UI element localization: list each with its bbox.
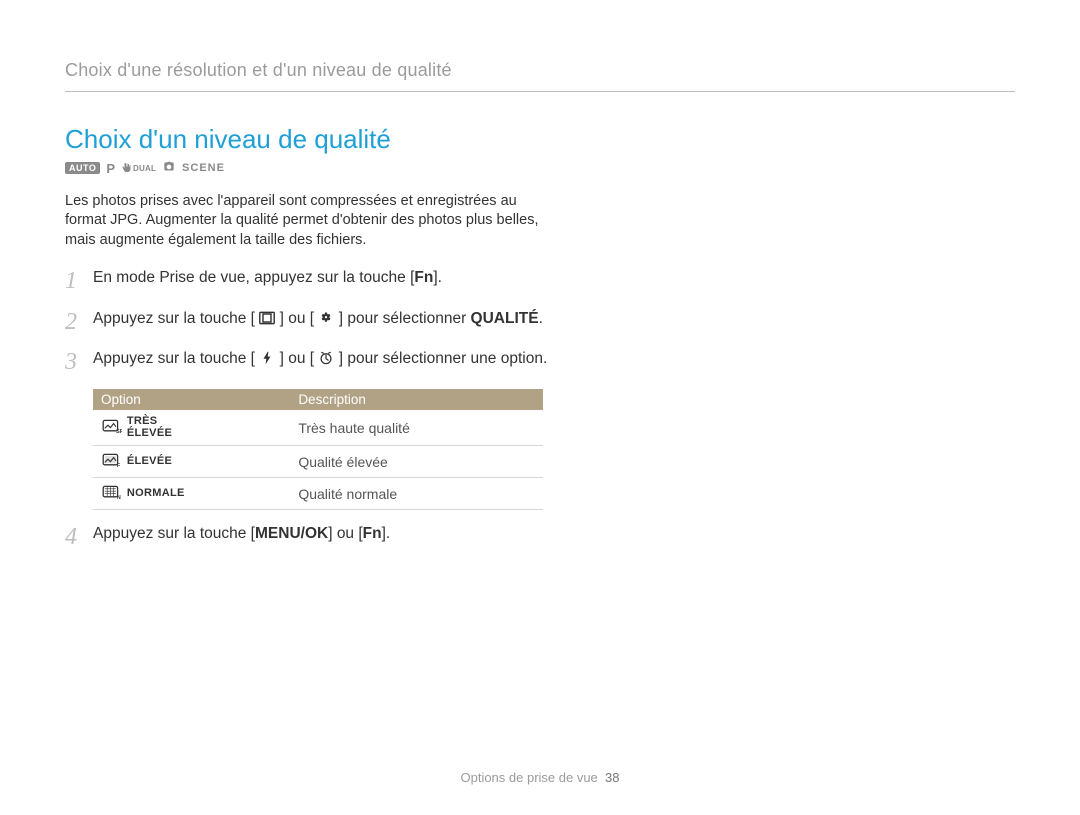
self-timer-icon [318, 351, 334, 365]
step-text: ]. [433, 269, 442, 286]
key-fn: Fn [414, 269, 433, 286]
step-text: ] pour sélectionner [339, 310, 471, 327]
step-number: 2 [65, 309, 93, 335]
table-row: SF TRÈSÉLEVÉE Très haute qualité [93, 410, 543, 446]
quality-normal-icon: N [101, 484, 123, 503]
svg-text:F: F [117, 464, 121, 469]
intro-paragraph: Les photos prises avec l'appareil sont c… [65, 192, 560, 251]
key-menu-ok: MENU/OK [255, 525, 328, 542]
table-row: F ÉLEVÉE Qualité élevée [93, 446, 543, 478]
mode-p-icon: P [106, 161, 115, 176]
step-number: 1 [65, 268, 93, 294]
qualite-label: QUALITÉ [471, 310, 539, 327]
display-icon [259, 311, 275, 325]
col-description: Description [290, 389, 543, 410]
step-3: 3 Appuyez sur la touche [ ] ou [ ] pour … [65, 349, 560, 375]
step-text: En mode Prise de vue, appuyez sur la tou… [93, 269, 414, 286]
quality-superfine-icon: SF [101, 418, 123, 437]
hand-icon [121, 162, 133, 174]
quality-options-table: Option Description SF TRÈSÉLEVÉE [93, 389, 543, 510]
flash-icon [259, 351, 275, 365]
mode-icons-row: AUTO P DUAL SCENE [65, 159, 1015, 177]
option-label: ÉLEVÉE [127, 456, 172, 468]
steps-list: 1 En mode Prise de vue, appuyez sur la t… [65, 268, 560, 551]
step-text: Appuyez sur la touche [ [93, 350, 255, 367]
page-footer: Options de prise de vue 38 [0, 770, 1080, 785]
step-1: 1 En mode Prise de vue, appuyez sur la t… [65, 268, 560, 294]
step-text: ] ou [ [280, 310, 314, 327]
svg-text:SF: SF [116, 430, 122, 435]
header-rule [65, 91, 1015, 92]
step-text: ] pour sélectionner une option. [339, 350, 548, 367]
step-text: ] ou [ [280, 350, 314, 367]
step-text: ] ou [ [328, 525, 362, 542]
option-description: Qualité normale [290, 478, 543, 510]
step-4: 4 Appuyez sur la touche [MENU/OK] ou [Fn… [65, 524, 560, 550]
running-head: Choix d'une résolution et d'un niveau de… [65, 60, 1015, 91]
macro-flower-icon [318, 311, 334, 325]
mode-photo-movie-icon [162, 160, 176, 177]
table-row: N NORMALE Qualité normale [93, 478, 543, 510]
step-text: Appuyez sur la touche [ [93, 525, 255, 542]
option-label: TRÈSÉLEVÉE [127, 416, 172, 439]
step-number: 4 [65, 524, 93, 550]
option-description: Très haute qualité [290, 410, 543, 446]
key-fn: Fn [363, 525, 382, 542]
svg-text:N: N [117, 496, 121, 501]
step-text: ]. [382, 525, 391, 542]
step-text: Appuyez sur la touche [ [93, 310, 255, 327]
step-text: . [539, 310, 543, 327]
section-title: Choix d'un niveau de qualité [65, 124, 1015, 155]
mode-scene-icon: SCENE [182, 162, 225, 174]
step-number: 3 [65, 349, 93, 375]
step-2: 2 Appuyez sur la touche [ ] ou [ ] pour … [65, 309, 560, 335]
footer-section: Options de prise de vue [460, 770, 597, 785]
option-description: Qualité élevée [290, 446, 543, 478]
manual-page: Choix d'une résolution et d'un niveau de… [0, 0, 1080, 815]
option-label: NORMALE [127, 488, 185, 500]
page-number: 38 [605, 770, 619, 785]
options-table-wrap: Option Description SF TRÈSÉLEVÉE [65, 389, 560, 510]
mode-dual-icon: DUAL [121, 162, 156, 174]
quality-fine-icon: F [101, 452, 123, 471]
col-option: Option [93, 389, 290, 410]
mode-auto-icon: AUTO [65, 162, 100, 174]
